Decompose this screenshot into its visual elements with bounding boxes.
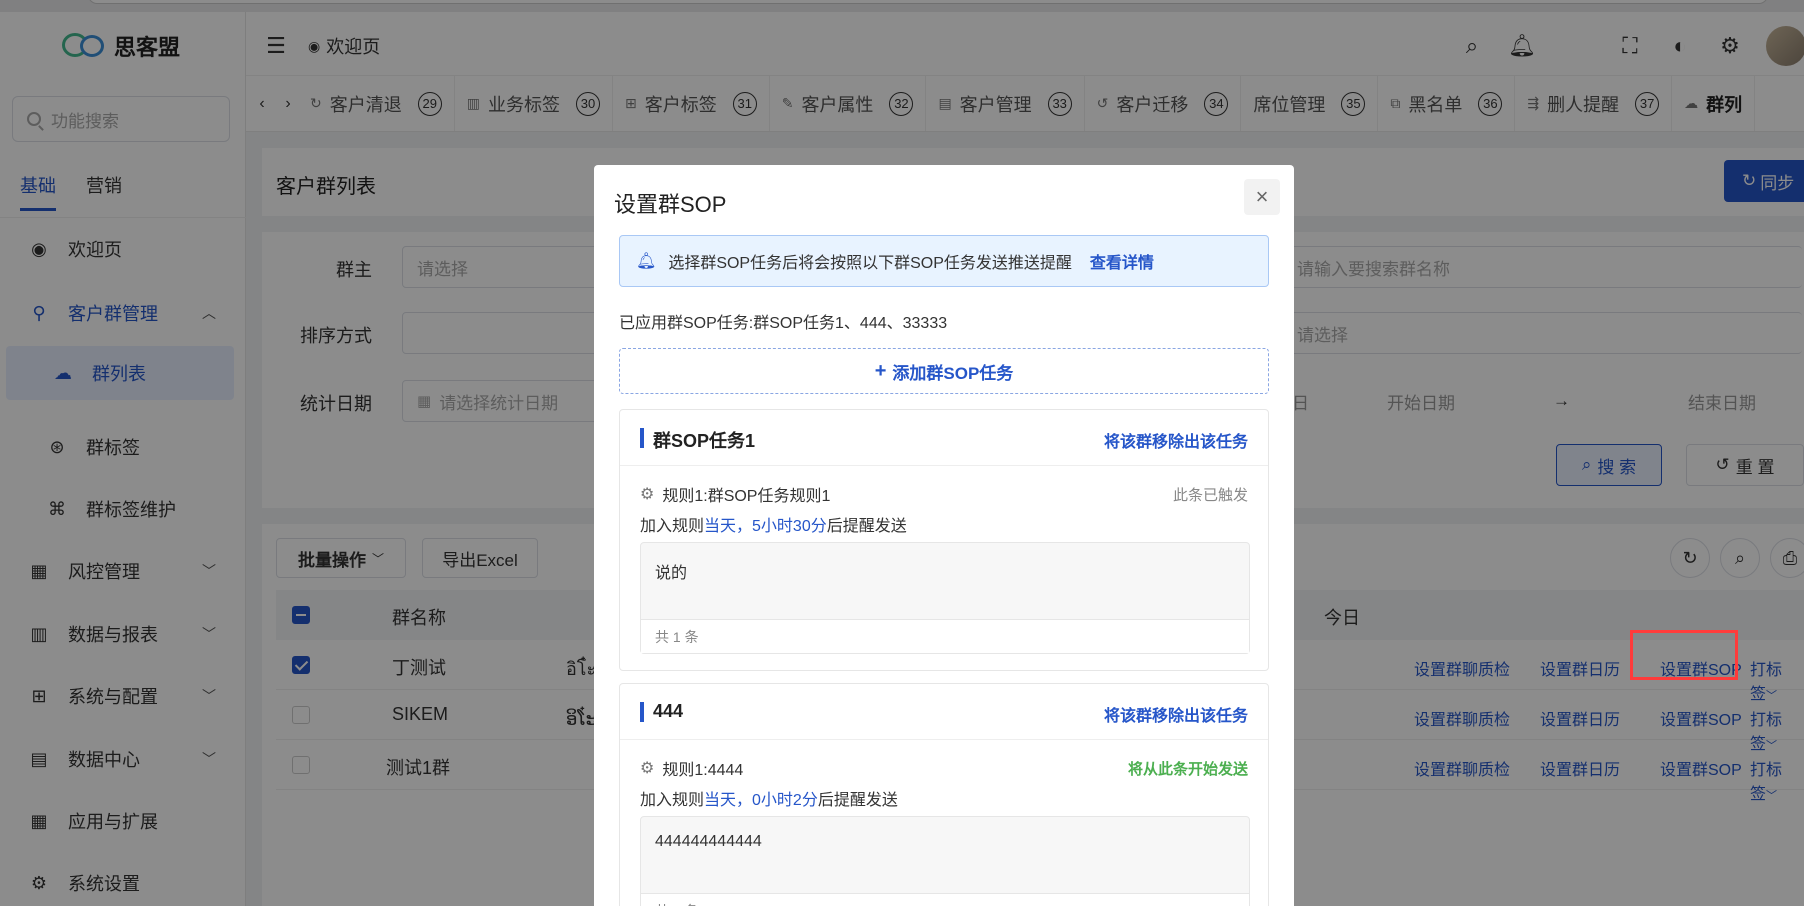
rule-desc-time: 当天，5小时30分 [704,518,827,535]
rule-title: ⚙ 规则1:4444 [640,756,743,780]
sop-task-card: 群SOP任务1 将该群移除出该任务 ⚙ 规则1:群SOP任务规则1 此条已触发 … [619,409,1269,671]
remove-from-task-link[interactable]: 将该群移除出该任务 [1104,428,1248,452]
accent-bar [640,428,644,448]
remove-from-task-link[interactable]: 将该群移除出该任务 [1104,702,1248,726]
sop-task-card: 444 将该群移除出该任务 ⚙ 规则1:4444 将从此条开始发送 加入规则当天… [619,683,1269,906]
highlight-box [1630,630,1738,680]
message-count: 共 1 条 [641,619,1249,653]
rule-status: 此条已触发 [1172,487,1248,504]
rule-title-text: 规则1:4444 [662,762,744,779]
rule-title: ⚙ 规则1:群SOP任务规则1 [640,482,830,506]
bell-icon: 🔔︎ [636,253,657,270]
message-count: 共 1 条 [641,893,1249,906]
rule-description: 加入规则当天，0小时2分后提醒发送 [640,786,898,810]
rule-status: 将从此条开始发送 [1127,761,1248,778]
rule-description: 加入规则当天，5小时30分后提醒发送 [640,512,907,536]
alert-text: 选择群SOP任务后将会按照以下群SOP任务发送推送提醒 [668,255,1072,272]
message-box: 444444444444 共 1 条 [640,816,1250,906]
close-icon[interactable]: × [1244,179,1280,215]
add-sop-task-button[interactable]: + 添加群SOP任务 [619,348,1269,394]
sop-modal: 设置群SOP × 🔔︎ 选择群SOP任务后将会按照以下群SOP任务发送推送提醒 … [594,165,1294,906]
task-header: 群SOP任务1 将该群移除出该任务 [620,410,1268,466]
applied-tasks: 已应用群SOP任务:群SOP任务1、444、33333 [619,315,948,332]
task-name: 群SOP任务1 [653,431,756,451]
plus-icon: + [874,359,887,382]
rule-desc-time: 当天，0小时2分 [704,792,818,809]
rule-desc-suffix: 后提醒发送 [817,792,898,809]
info-alert: 🔔︎ 选择群SOP任务后将会按照以下群SOP任务发送推送提醒 查看详情 [619,235,1269,287]
gear-icon: ⚙ [640,486,655,503]
modal-title: 设置群SOP [614,192,727,217]
task-header: 444 将该群移除出该任务 [620,684,1268,740]
rule-desc-prefix: 加入规则 [640,518,705,535]
task-name: 444 [653,701,684,721]
rule-desc-suffix: 后提醒发送 [826,518,907,535]
gear-icon: ⚙ [640,760,655,777]
add-task-label: 添加群SOP任务 [892,363,1014,383]
message-text: 说的 [655,565,688,582]
rule-desc-prefix: 加入规则 [640,792,705,809]
rule-title-text: 规则1:群SOP任务规则1 [662,488,831,505]
message-text: 444444444444 [655,833,762,850]
accent-bar [640,702,644,722]
message-box: 说的 共 1 条 [640,542,1250,654]
view-details-link[interactable]: 查看详情 [1090,249,1154,273]
